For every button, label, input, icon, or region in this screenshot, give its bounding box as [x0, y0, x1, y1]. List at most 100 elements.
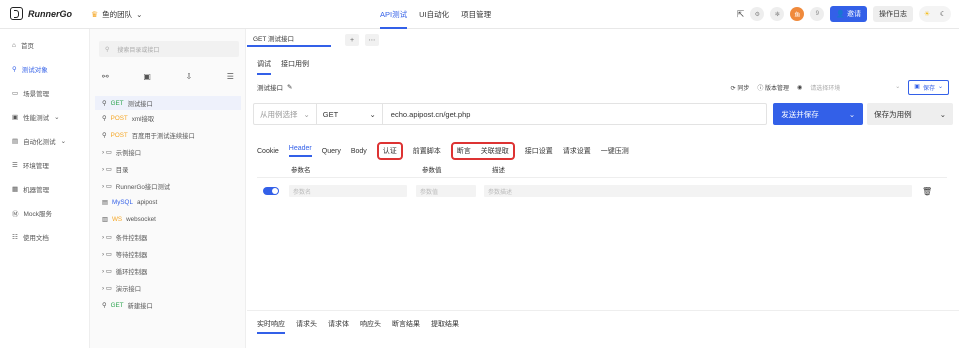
list-item[interactable]: ⚲ GET 测试接口 [95, 96, 241, 110]
list-item[interactable]: ⚲ POST xml接取 [102, 114, 154, 123]
list-item[interactable]: ▥ WS websocket [102, 216, 156, 223]
app-logo[interactable]: RunnerGo [10, 7, 72, 20]
send-and-save-button[interactable]: 发送并保存 ⌄ [773, 103, 864, 125]
enable-toggle[interactable] [263, 187, 279, 195]
team-selector[interactable]: ♛ 鱼的团队 ⌄ [91, 9, 142, 20]
tab-api-settings[interactable]: 接口设置 [525, 146, 553, 156]
tab-body[interactable]: Body [351, 148, 367, 155]
environment-select[interactable]: 请选择环境 ⌄ [810, 83, 900, 92]
sidebar-item-scenes[interactable]: ▭ 场景管理 [0, 81, 89, 105]
moon-icon: ☾ [939, 11, 947, 18]
more-icon[interactable]: ⋯ [365, 34, 379, 46]
filter-icon[interactable]: ☰ [227, 72, 234, 81]
list-item[interactable]: ⚲ GET 新建接口 [102, 301, 153, 310]
left-nav: ⌂ 首页 ⚲ 测试对象 ▭ 场景管理 ▣ 性能测试 ⌄ ▤ 自动化测试 ⌄ ☰ 环境管理 ▦ 机器… [0, 29, 90, 348]
tab-stress-test[interactable]: 一键压测 [601, 146, 629, 156]
item-name: 百度用于测试连续接口 [131, 133, 195, 140]
avatar[interactable]: 鱼 [790, 7, 805, 21]
tab-project-management[interactable]: 项目管理 [461, 9, 491, 29]
sidebar-item-environment[interactable]: ☰ 环境管理 [0, 153, 89, 177]
invite-button[interactable]: 👤 邀请 [830, 6, 867, 22]
eye-icon[interactable]: ◉ [797, 84, 802, 91]
member-count[interactable]: 9 [810, 7, 825, 21]
add-folder-icon[interactable]: ▣ [143, 72, 151, 81]
header-actions: ⇱ ⚙ ✻ 鱼 9 👤 邀请 操作日志 ☀ ☾ [737, 6, 951, 22]
import-icon[interactable]: ⇩ [185, 72, 192, 81]
tab-request-settings[interactable]: 请求设置 [563, 146, 591, 156]
folder-icon: › ▭ [102, 166, 112, 173]
tab-test-interface[interactable]: GET 测试接口 [247, 33, 331, 47]
tab-extract[interactable]: 关联提取 [481, 146, 509, 156]
tab-cases[interactable]: 接口用例 [281, 59, 309, 75]
sidebar-item-performance[interactable]: ▣ 性能测试 ⌄ [0, 105, 89, 129]
list-item[interactable]: › ▭ 循环控制器 [102, 267, 147, 276]
list-item[interactable]: › ▭ 条件控制器 [102, 233, 147, 242]
tab-ui-automation[interactable]: UI自动化 [419, 9, 449, 29]
chevron-down-icon: ⌄ [136, 10, 143, 19]
item-name: 循环控制器 [115, 269, 148, 276]
chevron-down-icon[interactable]: ⌄ [940, 110, 946, 119]
item-name: RunnerGo接口测试 [115, 184, 171, 191]
add-tab-icon[interactable]: + [345, 34, 359, 46]
list-item[interactable]: › ▭ 目录 [102, 165, 128, 174]
settings-icon[interactable]: ⚙ [750, 7, 765, 21]
tab-assert[interactable]: 断言 [457, 146, 471, 156]
method-select[interactable]: GET ⌄ [317, 104, 383, 124]
tab-cookie[interactable]: Cookie [257, 148, 279, 155]
tab-assert-results[interactable]: 断言结果 [392, 319, 420, 334]
case-select-label: 从用例选择 [260, 109, 298, 119]
delete-icon[interactable]: 🗑 [922, 187, 932, 196]
method-value: GET [322, 109, 339, 119]
list-item[interactable]: ⚲ POST 百度用于测试连续接口 [102, 131, 195, 140]
tab-request-body[interactable]: 请求体 [328, 319, 349, 334]
add-interface-icon[interactable]: ⚯ [102, 72, 109, 81]
api-name[interactable]: 测试接口 [257, 82, 283, 92]
tab-response-headers[interactable]: 响应头 [360, 319, 381, 334]
nav-tabs: API测试 UI自动化 项目管理 [380, 9, 491, 29]
col-name: 参数名 [291, 167, 311, 174]
tab-api-test[interactable]: API测试 [380, 9, 407, 29]
search-input[interactable]: ⚲ 搜索目录或接口 [99, 41, 239, 57]
sync-button[interactable]: ⟳ 同步 [731, 83, 750, 92]
sidebar-item-label: 自动化测试 [23, 139, 56, 146]
tab-header[interactable]: Header [288, 145, 312, 157]
tab-request-headers[interactable]: 请求头 [296, 319, 317, 334]
gear-icon[interactable]: ✻ [770, 7, 785, 21]
share-icon[interactable]: ⇱ [737, 9, 745, 20]
list-item[interactable]: ▤ MySQL apipost [102, 199, 157, 206]
list-item[interactable]: › ▭ 演示接口 [102, 284, 141, 293]
param-value-input[interactable]: 参数值 [416, 185, 476, 197]
sidebar-item-docs[interactable]: ☷ 使用文档 [0, 225, 89, 249]
param-name-input[interactable]: 参数名 [289, 185, 407, 197]
sidebar-item-mock[interactable]: Ⓜ Mock服务 [0, 201, 89, 225]
edit-icon[interactable]: ✎ [287, 83, 292, 91]
tab-pre-script[interactable]: 前置脚本 [413, 146, 441, 156]
tab-auth[interactable]: 认证 [383, 146, 397, 156]
method-badge: POST [110, 115, 128, 122]
theme-toggle[interactable]: ☀ ☾ [919, 6, 951, 22]
param-desc-input[interactable]: 参数描述 [484, 185, 912, 197]
sidebar-item-automation[interactable]: ▤ 自动化测试 ⌄ [0, 129, 89, 153]
list-item[interactable]: › ▭ RunnerGo接口测试 [102, 182, 170, 191]
operation-log-button[interactable]: 操作日志 [873, 6, 913, 22]
url-input[interactable]: echo.apipost.cn/get.php [383, 110, 471, 119]
sidebar-item-home[interactable]: ⌂ 首页 [0, 33, 89, 57]
save-button[interactable]: ▣ 保存 ⌄ [908, 80, 949, 95]
save-as-case-button[interactable]: 保存为用例 ⌄ [867, 103, 953, 125]
col-value: 参数值 [422, 167, 442, 174]
api-tree-panel: ⚲ 搜索目录或接口 ⚯ ▣ ⇩ ☰ ⚲ GET 测试接口 ⚲ POST xml接取 ⚲ P… [90, 29, 246, 348]
list-item[interactable]: › ▭ 等待控制器 [102, 250, 147, 259]
list-item[interactable]: › ▭ 示例接口 [102, 148, 141, 157]
sidebar-item-machines[interactable]: ▦ 机器管理 [0, 177, 89, 201]
tab-realtime-response[interactable]: 实时响应 [257, 319, 285, 334]
case-select[interactable]: 从用例选择 ⌄ [254, 104, 317, 124]
version-button[interactable]: ⓘ 版本管理 [757, 83, 789, 92]
folder-icon: › ▭ [102, 183, 112, 190]
chevron-down-icon[interactable]: ⌄ [849, 110, 855, 119]
tab-debug[interactable]: 调试 [257, 59, 271, 75]
response-tabs: 实时响应 请求头 请求体 响应头 断言结果 提取结果 [257, 319, 459, 334]
editor-tabs: GET 测试接口 + ⋯ [247, 33, 379, 47]
tab-query[interactable]: Query [322, 148, 341, 155]
tab-extract-results[interactable]: 提取结果 [431, 319, 459, 334]
sidebar-item-test-objects[interactable]: ⚲ 测试对象 [0, 57, 89, 81]
